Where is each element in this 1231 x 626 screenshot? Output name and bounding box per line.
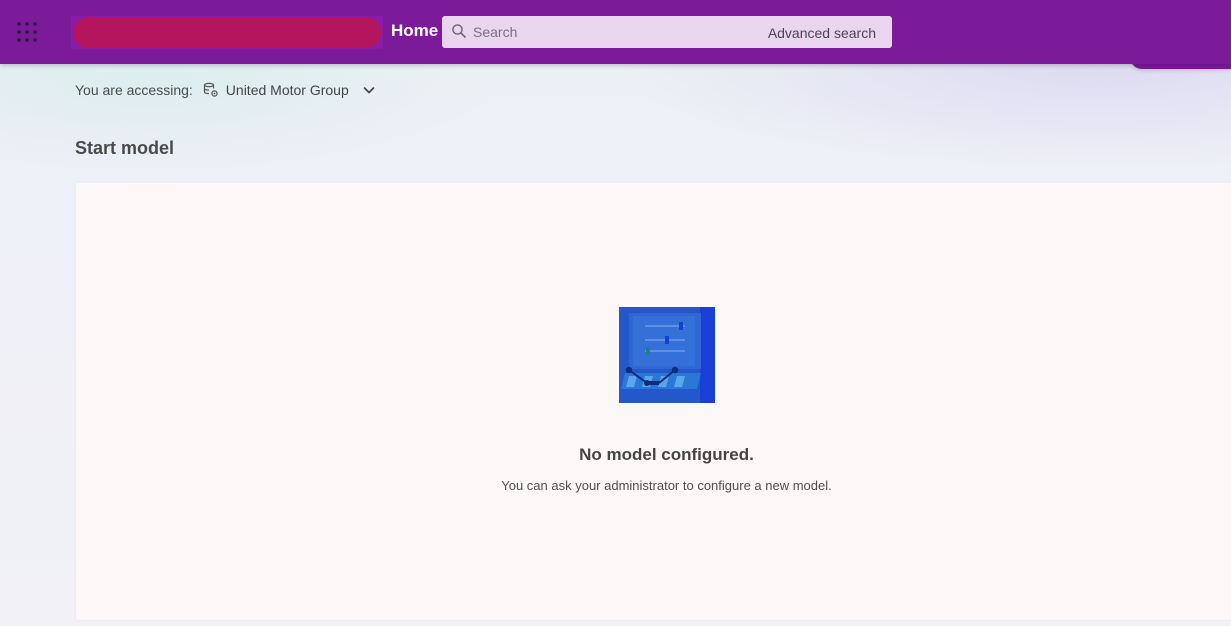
organization-selector[interactable]: United Motor Group: [203, 82, 377, 98]
empty-state-title: No model configured.: [579, 445, 754, 464]
search-bar[interactable]: Advanced search: [442, 16, 892, 48]
search-input[interactable]: [473, 16, 763, 48]
content-panel: No model configured. You can ask your ad…: [76, 183, 1231, 620]
app-launcher-icon[interactable]: [14, 20, 40, 44]
home-link[interactable]: Home: [391, 21, 438, 41]
page-title: Start model: [75, 138, 175, 158]
search-icon[interactable]: [451, 23, 467, 39]
accessing-label: You are accessing:: [75, 82, 193, 98]
chevron-down-icon[interactable]: [361, 82, 377, 98]
brand-logo[interactable]: [71, 16, 383, 49]
top-navigation-bar: Home Advanced search: [0, 0, 1231, 64]
organization-context: You are accessing: United Motor Group: [75, 80, 377, 100]
empty-state-description: You can ask your administrator to config…: [501, 478, 832, 493]
model-configuration-illustration: [619, 307, 715, 403]
organization-name: United Motor Group: [225, 82, 349, 98]
redacted-logo: [73, 17, 381, 48]
advanced-search-link[interactable]: Advanced search: [768, 25, 876, 41]
database-settings-icon: [203, 82, 219, 98]
